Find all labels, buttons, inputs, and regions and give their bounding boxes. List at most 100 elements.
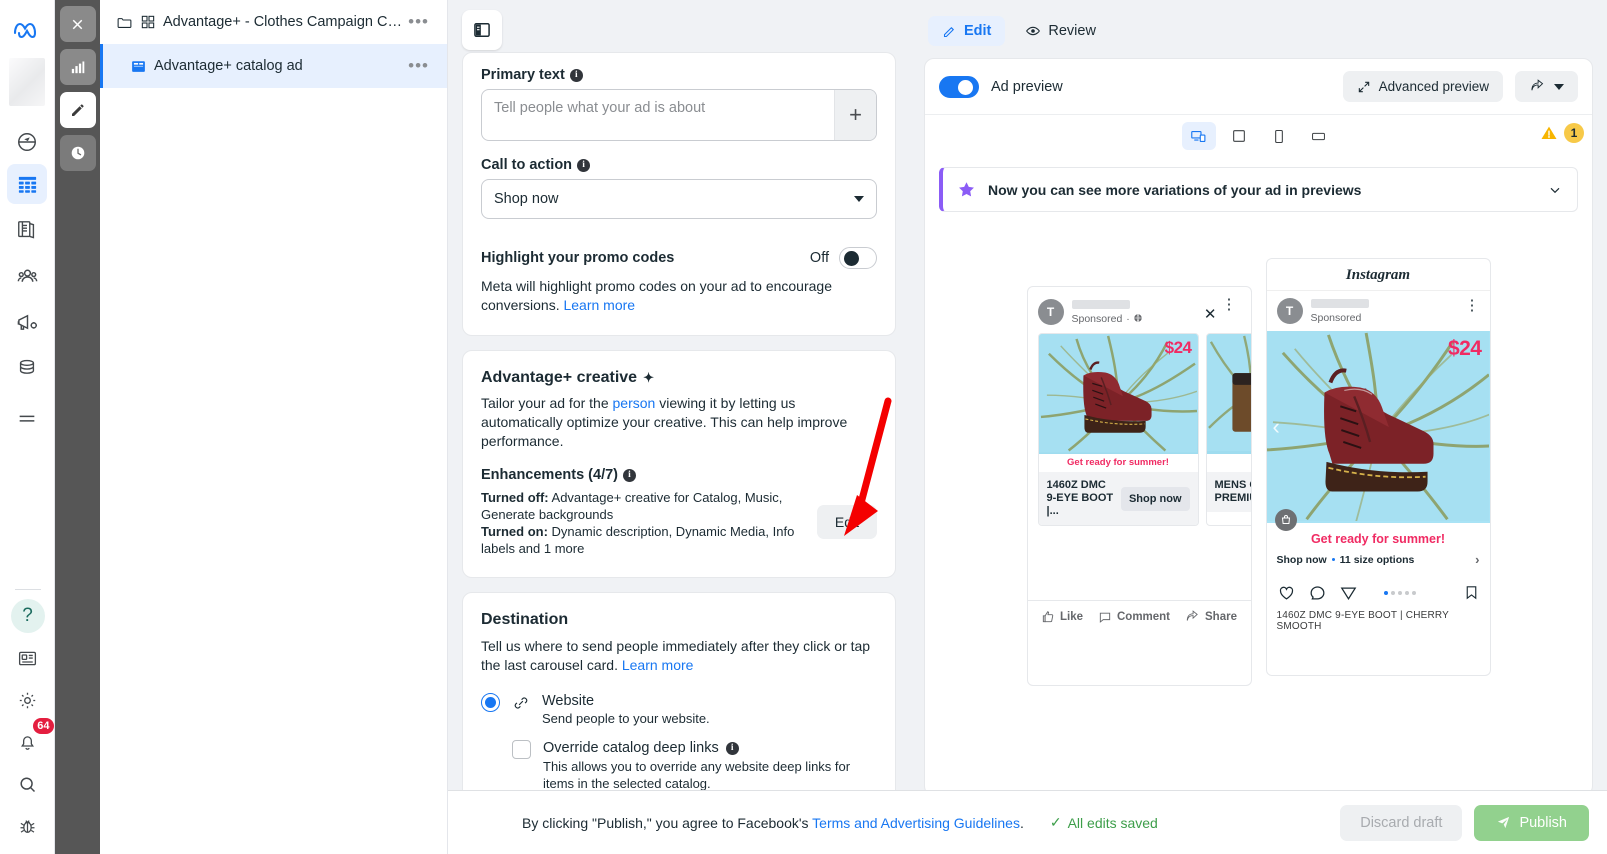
sidebar-item-dashboard[interactable] bbox=[7, 122, 47, 162]
more-options-icon[interactable]: ⋮ bbox=[1465, 298, 1480, 313]
shop-now-button[interactable]: Shop now bbox=[1120, 486, 1190, 511]
chevron-down-icon bbox=[854, 196, 864, 202]
sidebar-item-campaigns[interactable] bbox=[7, 164, 47, 204]
shopping-bag-icon[interactable] bbox=[1274, 509, 1297, 531]
separator-dot bbox=[1331, 558, 1335, 561]
bug-icon[interactable] bbox=[8, 806, 48, 846]
sidebar-toggle-icon[interactable] bbox=[462, 10, 502, 50]
square-icon[interactable] bbox=[1222, 122, 1256, 150]
more-options-icon[interactable]: ⋮ bbox=[1222, 297, 1237, 312]
meta-logo[interactable] bbox=[7, 12, 47, 46]
ig-shop-row[interactable]: Shop now 11 size options › bbox=[1267, 552, 1490, 575]
search-icon[interactable] bbox=[8, 764, 48, 804]
chevron-down-icon bbox=[1554, 83, 1564, 90]
legal-text: By clicking "Publish," you agree to Face… bbox=[522, 815, 1024, 831]
shop-now-label: Shop now bbox=[1276, 553, 1327, 566]
cta-value: Shop now bbox=[494, 191, 559, 207]
comment-icon[interactable] bbox=[1308, 583, 1327, 602]
promo-toggle[interactable] bbox=[839, 247, 877, 269]
news-icon[interactable] bbox=[8, 638, 48, 678]
sidebar-item-audiences[interactable] bbox=[7, 256, 47, 296]
sidebar-item-pages[interactable] bbox=[7, 210, 47, 250]
website-option-sub: Send people to your website. bbox=[542, 711, 710, 726]
bookmark-icon[interactable] bbox=[1463, 584, 1480, 601]
chart-button[interactable] bbox=[59, 49, 96, 85]
cta-select[interactable]: Shop now bbox=[481, 179, 877, 219]
preview-stage: T Sponsored · ✕ ⋮ $24 Get ready for summ… bbox=[925, 212, 1592, 686]
ad-form-column: Primary text i Tell people what your ad … bbox=[448, 0, 910, 790]
enhancements-label: Enhancements (4/7) bbox=[481, 467, 618, 483]
ad-preview-toggle[interactable] bbox=[939, 75, 979, 98]
comment-button[interactable]: Comment bbox=[1098, 610, 1170, 624]
fb-post-header: T Sponsored · ✕ ⋮ bbox=[1028, 287, 1251, 333]
person-link[interactable]: person bbox=[613, 395, 656, 411]
help-glyph: ? bbox=[10, 599, 45, 633]
tree-row-menu[interactable]: ••• bbox=[404, 12, 433, 32]
close-icon[interactable]: ✕ bbox=[1204, 305, 1217, 323]
gear-icon[interactable] bbox=[8, 680, 48, 720]
warning-group[interactable]: 1 bbox=[1540, 123, 1584, 143]
help-icon[interactable]: ? bbox=[8, 596, 48, 636]
override-sub: This allows you to override any website … bbox=[543, 759, 851, 790]
text-card: Primary text i Tell people what your ad … bbox=[462, 52, 896, 336]
info-icon[interactable]: i bbox=[577, 158, 591, 172]
edit-button[interactable] bbox=[59, 92, 96, 128]
heart-icon[interactable] bbox=[1277, 583, 1296, 602]
desktop-mobile-icon[interactable] bbox=[1181, 122, 1216, 150]
device-selector: 1 bbox=[925, 114, 1592, 157]
preview-column: Edit Review Ad preview Advanced preview bbox=[910, 0, 1607, 790]
destination-learn-more-link[interactable]: Learn more bbox=[622, 657, 694, 673]
override-checkbox[interactable] bbox=[512, 740, 531, 759]
carousel-card[interactable]: $ MENS C... PREMIU... bbox=[1205, 333, 1251, 526]
website-option-row[interactable]: Website Send people to your website. bbox=[481, 693, 877, 726]
edit-enhancements-button[interactable]: Edit bbox=[816, 505, 877, 539]
landscape-icon[interactable] bbox=[1302, 122, 1336, 150]
promo-description: Meta will highlight promo codes on your … bbox=[481, 277, 877, 315]
tab-edit-label: Edit bbox=[964, 23, 992, 39]
info-icon[interactable]: i bbox=[725, 741, 739, 755]
eye-icon bbox=[1026, 26, 1041, 36]
primary-text-input[interactable]: Tell people what your ad is about + bbox=[481, 89, 877, 141]
tree-row-campaign[interactable]: Advantage+ - Clothes Campaign Ca... ••• bbox=[100, 0, 447, 44]
close-button[interactable] bbox=[59, 6, 96, 42]
sidebar-item-billing[interactable] bbox=[7, 348, 47, 388]
chevron-right-icon[interactable]: › bbox=[1475, 552, 1479, 567]
tree-row-ad[interactable]: Advantage+ catalog ad ••• bbox=[100, 44, 447, 88]
fb-action-bar: Like Comment Share bbox=[1027, 600, 1251, 633]
phone-icon[interactable] bbox=[1262, 122, 1296, 150]
promo-row: Highlight your promo codes Off bbox=[481, 247, 877, 269]
sidebar-item-ads[interactable] bbox=[7, 302, 47, 342]
tree-row-menu[interactable]: ••• bbox=[404, 56, 433, 76]
page-name-placeholder bbox=[1310, 298, 1369, 308]
preview-banner[interactable]: Now you can see more variations of your … bbox=[939, 167, 1578, 212]
banner-text: Now you can see more variations of your … bbox=[988, 181, 1362, 198]
send-icon[interactable] bbox=[1339, 583, 1358, 602]
like-button[interactable]: Like bbox=[1041, 610, 1083, 624]
promo-learn-more-link[interactable]: Learn more bbox=[563, 297, 635, 313]
star-icon bbox=[959, 182, 974, 197]
history-button[interactable] bbox=[59, 135, 96, 171]
advanced-preview-button[interactable]: Advanced preview bbox=[1342, 71, 1503, 102]
fb-carousel[interactable]: $24 Get ready for summer! 1460Z DMC 9-EY… bbox=[1028, 333, 1251, 526]
website-radio[interactable] bbox=[481, 693, 500, 712]
share-button[interactable]: Share bbox=[1185, 610, 1237, 624]
bell-icon[interactable]: 64 bbox=[8, 718, 54, 762]
carousel-card[interactable]: $24 Get ready for summer! 1460Z DMC 9-EY… bbox=[1037, 333, 1199, 526]
carousel-prev-icon[interactable]: ‹ bbox=[1273, 414, 1280, 440]
tab-review[interactable]: Review bbox=[1011, 16, 1110, 46]
tab-edit[interactable]: Edit bbox=[928, 16, 1006, 46]
terms-link[interactable]: Terms and Advertising Guidelines bbox=[812, 815, 1020, 831]
share-preview-button[interactable] bbox=[1515, 71, 1578, 102]
publish-button[interactable]: Publish bbox=[1474, 804, 1589, 841]
product-silhouette bbox=[1231, 373, 1251, 432]
info-icon[interactable]: i bbox=[569, 68, 583, 82]
add-text-button[interactable]: + bbox=[834, 90, 876, 140]
preview-panel: Ad preview Advanced preview 1 Now you ca… bbox=[924, 58, 1593, 790]
override-option-row[interactable]: Override catalog deep links i This allow… bbox=[481, 740, 877, 790]
sidebar-item-all-tools[interactable] bbox=[7, 400, 47, 440]
info-icon[interactable]: i bbox=[623, 468, 636, 482]
save-status-label: All edits saved bbox=[1067, 814, 1158, 831]
comment-icon bbox=[1099, 612, 1111, 623]
discard-draft-button[interactable]: Discard draft bbox=[1340, 804, 1463, 841]
turned-on-label: Turned on: bbox=[481, 524, 548, 539]
